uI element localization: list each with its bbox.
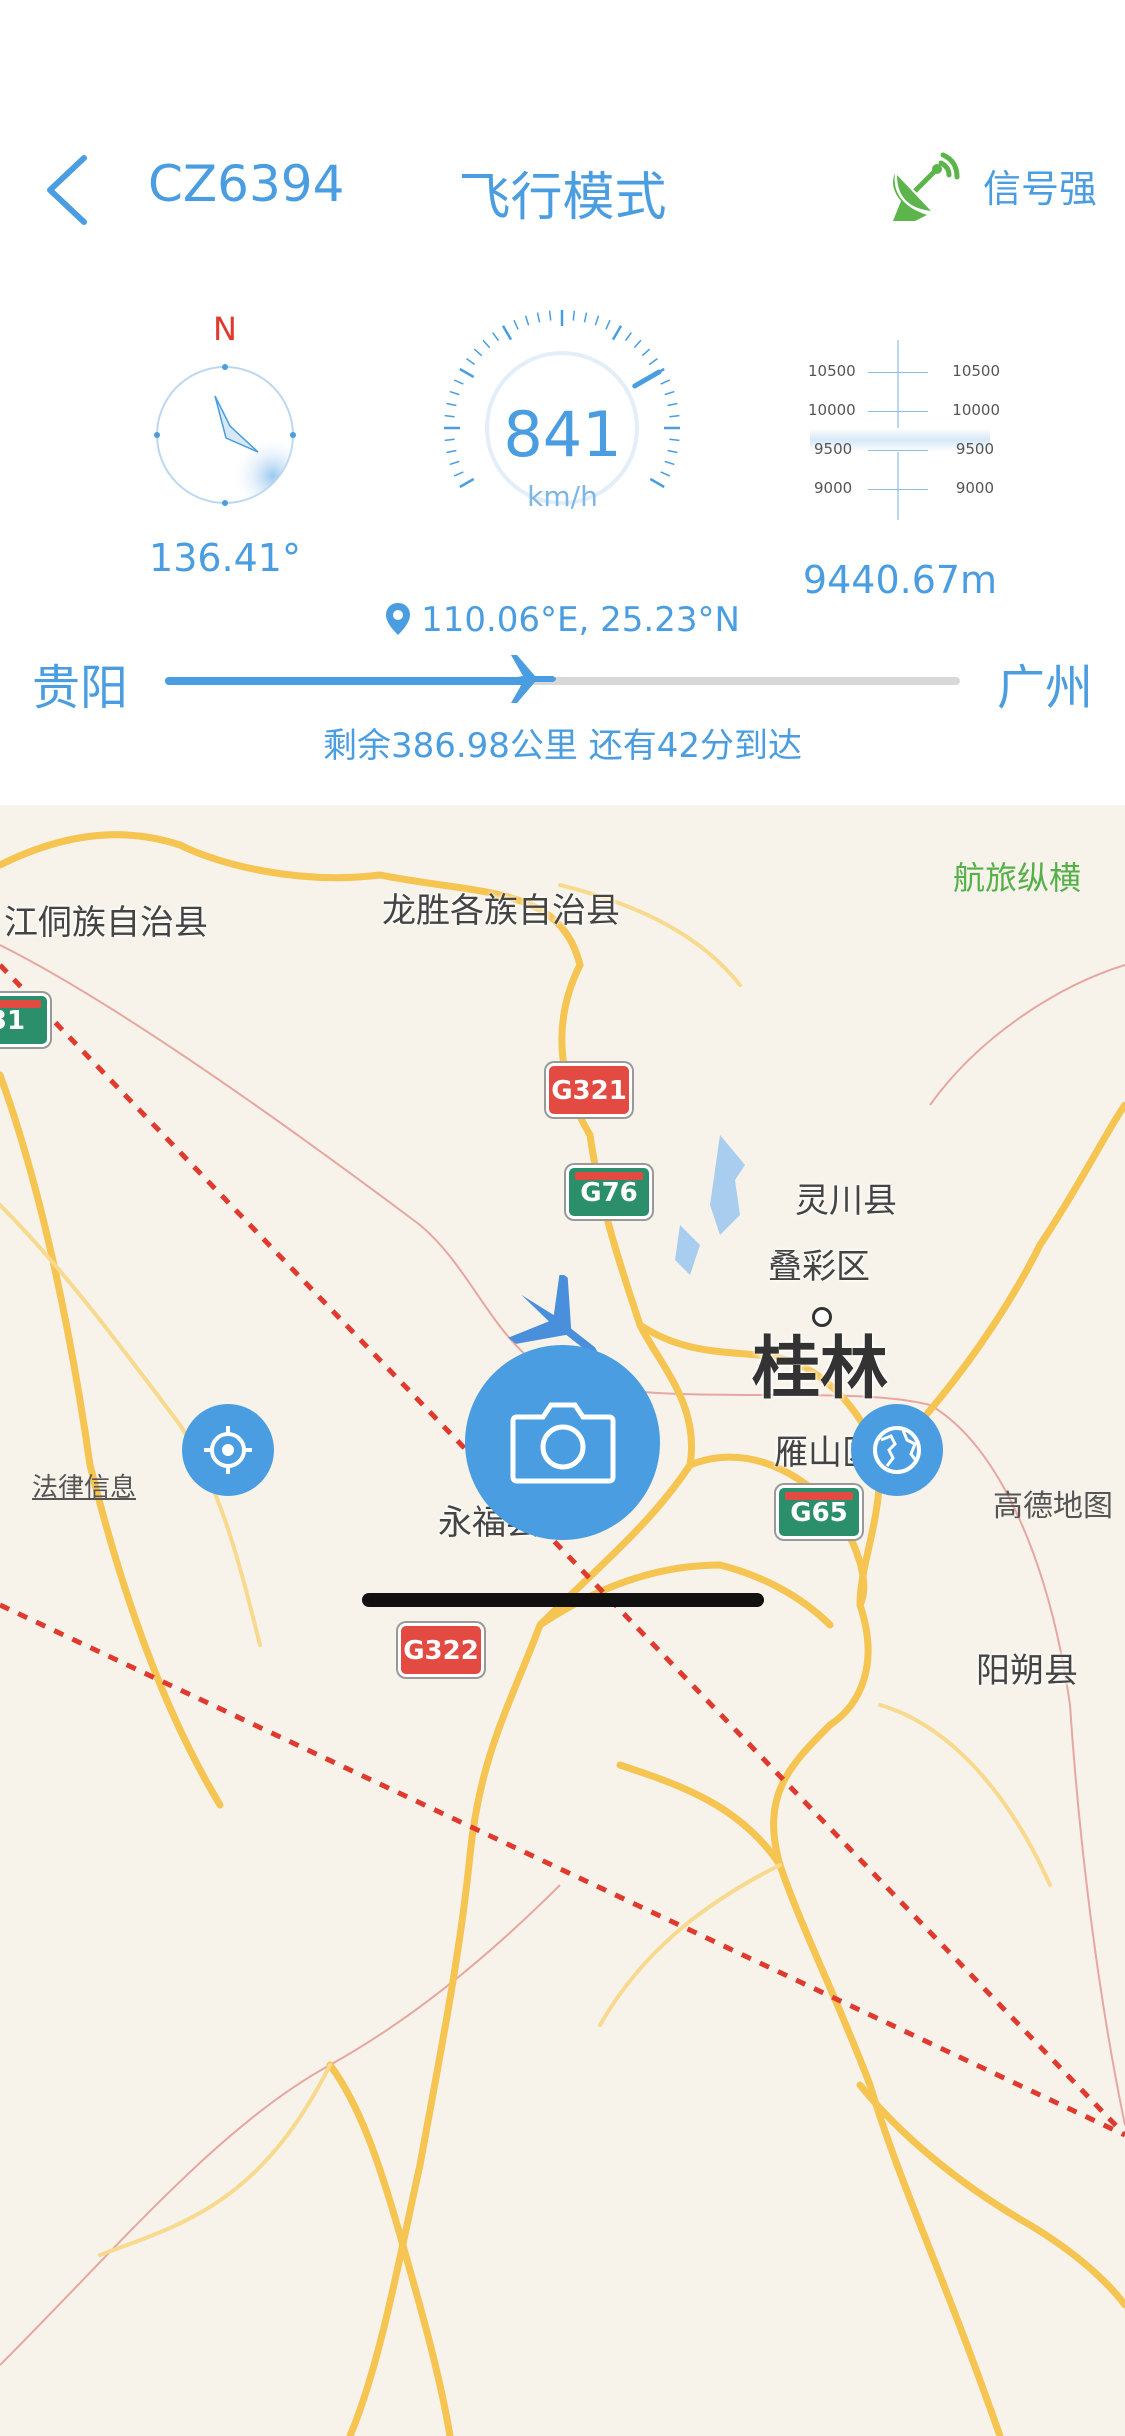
heading-value: 136.41°: [149, 536, 301, 580]
speedometer-tick: [594, 315, 600, 326]
home-indicator: [362, 1593, 764, 1607]
map-label: 江侗族自治县: [4, 903, 208, 943]
speed-value: 841: [503, 398, 622, 471]
compass-dial-icon: [154, 364, 296, 506]
altitude-scale-row: 10000 10000: [808, 401, 1000, 419]
compass-north-label: N: [213, 310, 237, 348]
highway-shield: 31: [0, 993, 50, 1047]
globe-icon: [873, 1426, 921, 1474]
speedometer-tick: [453, 379, 464, 385]
speedometer-tick: [572, 310, 576, 321]
speedometer-tick: [513, 319, 519, 330]
city-dot-icon: [812, 1307, 832, 1327]
speedometer-tick: [482, 339, 491, 349]
flight-progress-bar: [165, 655, 960, 703]
highway-shield: G321: [546, 1063, 632, 1117]
speedometer-tick: [664, 390, 675, 396]
altitude-scale-row: 9500 9500: [814, 440, 994, 458]
speedometer-tick: [501, 325, 513, 341]
highway-shield: G76: [566, 1165, 652, 1219]
speedometer-tick: [473, 348, 483, 357]
coordinates: 110.06°E, 25.23°N: [0, 600, 1125, 640]
highway-shield: G322: [398, 1623, 484, 1677]
camera-button[interactable]: [465, 1345, 660, 1540]
origin-city: 贵阳: [32, 660, 129, 716]
map-label: 灵川县: [795, 1181, 897, 1221]
flight-route: [0, 963, 1125, 2137]
flight-progress-fill: [165, 677, 531, 685]
altitude-scale-row: 9000 9000: [814, 479, 994, 497]
speedometer-tick: [605, 319, 611, 330]
locate-icon: [204, 1426, 252, 1474]
map-view[interactable]: 航旅纵横 江侗族自治县 龙胜各族自治县 灵川县 叠彩区 桂林 雁山区 永福县 阳…: [0, 805, 1125, 2436]
speedometer-tick: [660, 379, 671, 385]
map-label: 桂林: [752, 1330, 889, 1409]
speedometer-tick: [624, 332, 632, 342]
destination-city: 广州: [996, 660, 1093, 716]
highway-shield: G65: [776, 1485, 862, 1539]
altitude-scale-row: 10500 10500: [808, 362, 1000, 380]
speedometer-needle: [632, 369, 662, 389]
signal-status: 信号强: [887, 145, 1097, 225]
map-label: 叠彩区: [768, 1247, 870, 1287]
globe-button[interactable]: [851, 1404, 943, 1496]
speedometer-tick: [536, 312, 541, 323]
speedometer-tick: [611, 325, 623, 341]
altimeter: 10500 10500 10000 10000 9500 9500 9000 9…: [800, 340, 1000, 520]
coordinates-text: 110.06°E, 25.23°N: [421, 600, 740, 640]
speedometer-tick: [453, 471, 464, 477]
speedometer-tick: [660, 471, 671, 477]
flight-info-panel: CZ6394 飞行模式 信号强 N 136.41° 841 km/h 10500…: [0, 0, 1125, 805]
speedometer-tick: [548, 310, 552, 321]
speedometer-tick: [583, 312, 588, 323]
speedometer-tick: [524, 315, 530, 326]
legal-info-link[interactable]: 法律信息: [32, 1467, 136, 1504]
speedometer-tick: [449, 390, 460, 396]
speedometer-tick: [648, 358, 658, 366]
locate-button[interactable]: [182, 1404, 274, 1496]
map-label: 龙胜各族自治县: [382, 891, 620, 931]
speedometer-tick: [641, 348, 651, 357]
map-label: 阳朔县: [976, 1651, 1078, 1691]
remaining-distance: 剩余386.98公里 还有42分到达: [322, 726, 803, 766]
compass: N: [150, 310, 300, 510]
speedometer-tick: [492, 332, 500, 342]
altitude-value: 9440.67m: [802, 558, 998, 602]
location-pin-icon: [386, 603, 411, 635]
speedometer-tick: [466, 358, 476, 366]
speed-unit: km/h: [527, 480, 598, 513]
airplane-icon: [504, 655, 556, 703]
satellite-dish-icon: [892, 152, 960, 221]
map-provider-logo: 高德地图: [993, 1489, 1113, 1524]
signal-label: 信号强: [982, 166, 1097, 211]
speedometer-tick: [459, 367, 475, 379]
speedometer-tick: [633, 339, 642, 349]
brand-logo: 航旅纵横: [952, 859, 1081, 897]
camera-icon: [510, 1402, 616, 1484]
